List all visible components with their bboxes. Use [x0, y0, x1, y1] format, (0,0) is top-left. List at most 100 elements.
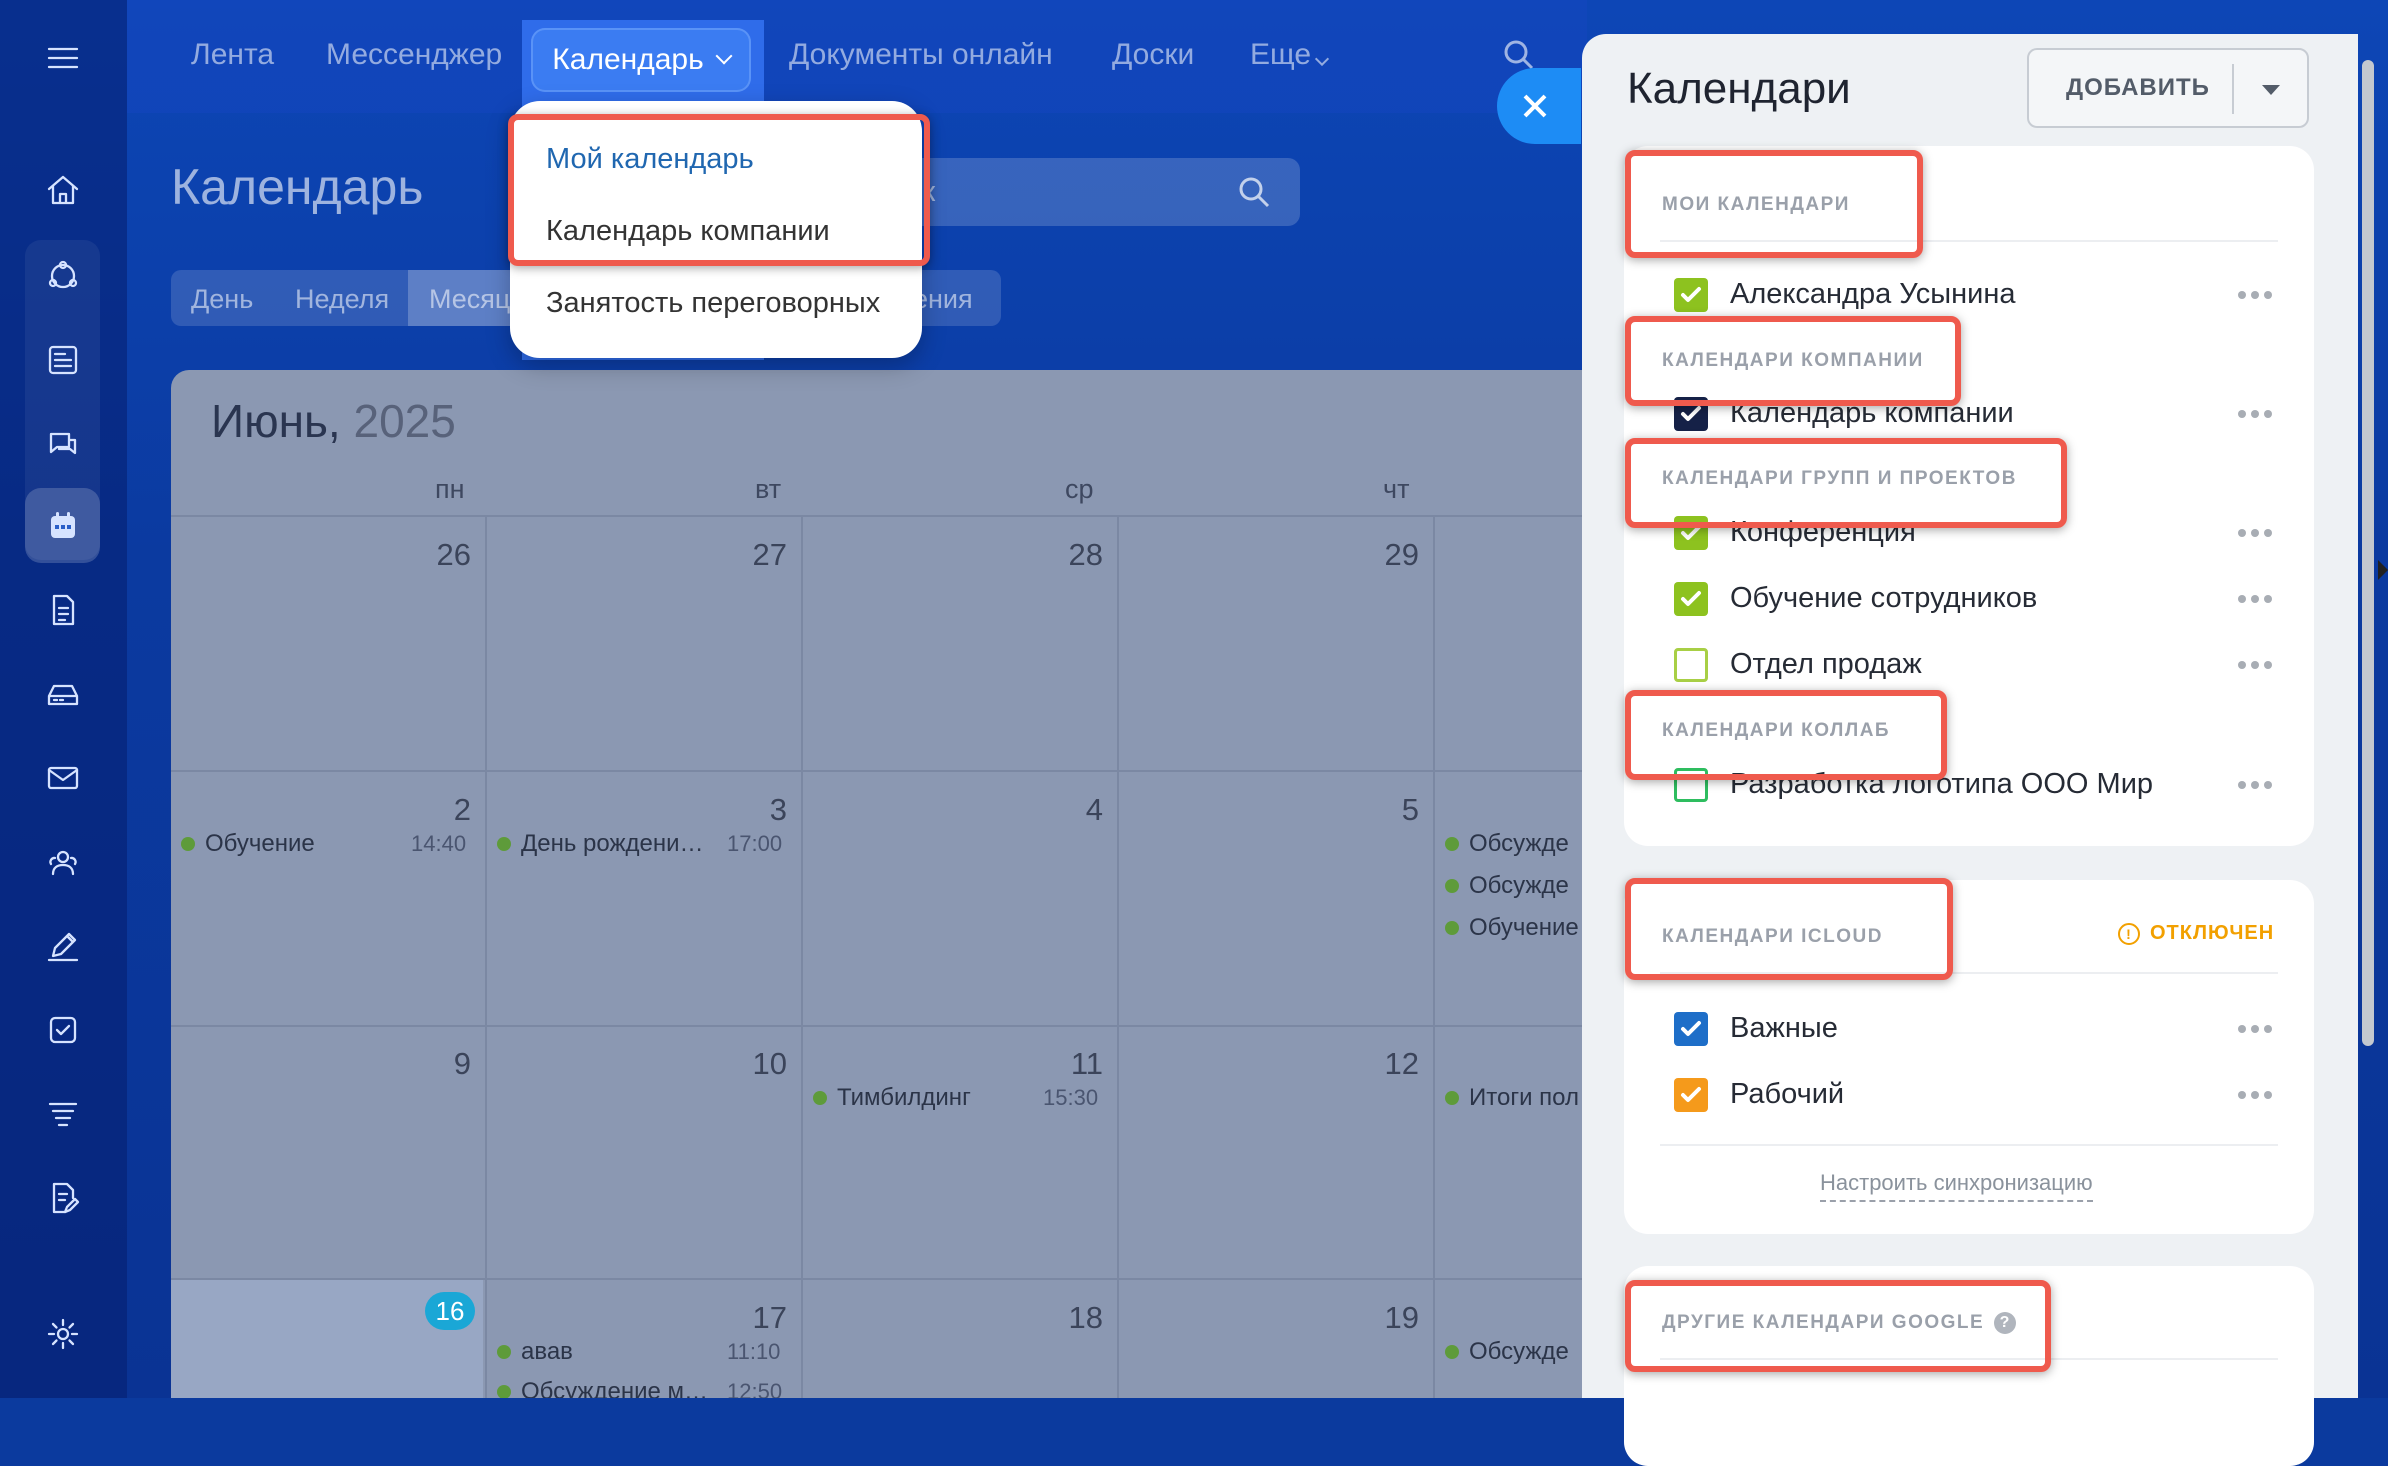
- calendar-item[interactable]: Разработка логотипа ООО Мир: [1674, 766, 2274, 806]
- more-options-icon[interactable]: [2238, 410, 2274, 418]
- day-cell-number[interactable]: 3: [727, 792, 787, 828]
- calendar-checkbox[interactable]: [1674, 768, 1708, 802]
- day-cell-number[interactable]: 17: [727, 1300, 787, 1336]
- calendar-item[interactable]: Конференция: [1674, 514, 2274, 554]
- event-time: 15:30: [1043, 1085, 1099, 1110]
- sidebar-item-news[interactable]: [25, 322, 100, 397]
- day-cell-number[interactable]: 4: [1043, 792, 1103, 828]
- calendar-item[interactable]: Календарь компании: [1674, 395, 2274, 435]
- calendar-item[interactable]: Рабочий: [1674, 1076, 2274, 1116]
- nav-item-documents-online[interactable]: Документы онлайн: [789, 38, 1053, 72]
- day-cell-number[interactable]: 10: [727, 1046, 787, 1082]
- day-cell-number[interactable]: 11: [1043, 1046, 1103, 1082]
- day-cell-number[interactable]: 26: [411, 537, 471, 573]
- day-cell-number[interactable]: 9: [411, 1046, 471, 1082]
- calendar-event[interactable]: авав: [497, 1338, 713, 1366]
- add-button-label: ДОБАВИТЬ: [2066, 74, 2210, 101]
- event-title: Обучение: [205, 830, 315, 857]
- sidebar-item-mail[interactable]: [25, 740, 100, 815]
- day-cell-number[interactable]: 12: [1359, 1046, 1419, 1082]
- calendar-checkbox[interactable]: [1674, 648, 1708, 682]
- icloud-status-label: ОТКЛЮЧЕН: [2150, 922, 2275, 944]
- sidebar-item-sign[interactable]: [25, 908, 100, 983]
- event-time: 17:00: [727, 831, 783, 856]
- calendar-item[interactable]: Отдел продаж: [1674, 646, 2274, 686]
- crm-icon: [48, 260, 77, 288]
- day-cell-number[interactable]: 19: [1359, 1300, 1419, 1336]
- sidebar-item-calendar[interactable]: [25, 488, 100, 563]
- nav-item-calendar[interactable]: Календарь: [531, 28, 751, 92]
- calendar-event[interactable]: Тимбилдинг: [813, 1084, 1023, 1112]
- calendar-event[interactable]: Обсужде: [1445, 830, 1591, 858]
- sidebar-item-chat[interactable]: [25, 406, 100, 481]
- calendar-event[interactable]: Обсужде: [1445, 872, 1591, 900]
- add-calendar-button[interactable]: ДОБАВИТЬ: [2027, 48, 2309, 128]
- nav-item-more[interactable]: Еще: [1250, 38, 1330, 72]
- calendar-checkbox[interactable]: [1674, 1012, 1708, 1046]
- sidebar-item-crm[interactable]: [25, 238, 100, 313]
- sidebar-item-forms[interactable]: [25, 1160, 100, 1235]
- more-options-icon[interactable]: [2238, 1091, 2274, 1099]
- calendar-checkbox[interactable]: [1674, 1078, 1708, 1112]
- event-dot: [1445, 921, 1459, 935]
- section-company-calendars: КАЛЕНДАРИ КОМПАНИИ: [1662, 350, 1924, 371]
- day-cell-number[interactable]: 5: [1359, 792, 1419, 828]
- calendar-event[interactable]: Обсуждение м…: [497, 1378, 713, 1398]
- sidebar-item-home[interactable]: [25, 152, 100, 227]
- sidebar-item-team[interactable]: [25, 824, 100, 899]
- day-cell-number[interactable]: 28: [1043, 537, 1103, 573]
- day-cell-number[interactable]: 18: [1043, 1300, 1103, 1336]
- dropdown-arrow-icon[interactable]: [2262, 85, 2280, 95]
- calendar-checkbox[interactable]: [1674, 582, 1708, 616]
- checkmark-icon: [1681, 287, 1701, 302]
- calendar-checkbox[interactable]: [1674, 516, 1708, 550]
- more-options-icon[interactable]: [2238, 1025, 2274, 1033]
- help-icon[interactable]: ?: [1994, 1312, 2017, 1334]
- tab-week[interactable]: Неделя: [295, 284, 389, 315]
- more-options-icon[interactable]: [2238, 291, 2274, 299]
- sidebar-item-settings[interactable]: [25, 1296, 100, 1371]
- day-cell-number[interactable]: 27: [727, 537, 787, 573]
- funnel-icon: [48, 1102, 77, 1126]
- calendar-name: Разработка логотипа ООО Мир: [1730, 768, 2154, 800]
- more-options-icon[interactable]: [2238, 781, 2274, 789]
- calendar-search-input[interactable]: ск: [880, 158, 1300, 226]
- more-options-icon[interactable]: [2238, 529, 2274, 537]
- nav-item-messenger[interactable]: Мессенджер: [326, 38, 502, 72]
- more-options-icon[interactable]: [2238, 595, 2274, 603]
- calendar-item[interactable]: Обучение сотрудников: [1674, 580, 2274, 620]
- sidebar-item-drive[interactable]: [25, 656, 100, 731]
- day-cell-number[interactable]: 2: [411, 792, 471, 828]
- calendar-month-title: Июнь, 2025: [211, 394, 456, 448]
- calendar-checkbox[interactable]: [1674, 278, 1708, 312]
- sync-settings-link[interactable]: Настроить синхронизацию: [1820, 1170, 2093, 1202]
- close-panel-button[interactable]: [1497, 68, 1581, 144]
- nav-item-feed[interactable]: Лента: [191, 38, 274, 72]
- calendar-event[interactable]: День рождени…: [497, 830, 713, 858]
- nav-item-boards[interactable]: Доски: [1112, 38, 1194, 72]
- close-icon: [1523, 94, 1547, 118]
- menu-item-my-calendar[interactable]: Мой календарь: [546, 143, 754, 176]
- today-badge[interactable]: 16: [425, 1292, 475, 1330]
- sidebar-item-documents[interactable]: [25, 572, 100, 647]
- panel-scrollbar[interactable]: [2362, 60, 2374, 1046]
- menu-item-meeting-rooms[interactable]: Занятость переговорных: [546, 287, 880, 320]
- tab-month[interactable]: Месяц: [429, 284, 510, 315]
- menu-item-company-calendar[interactable]: Календарь компании: [546, 215, 830, 248]
- calendar-name: Обучение сотрудников: [1730, 582, 2038, 614]
- calendar-event[interactable]: Обучение: [181, 830, 371, 858]
- sidebar-item-tasks[interactable]: [25, 992, 100, 1067]
- menu-button[interactable]: [25, 20, 100, 95]
- calendar-item[interactable]: Важные: [1674, 1010, 2274, 1050]
- day-cell-number[interactable]: 29: [1359, 537, 1419, 573]
- tab-day[interactable]: День: [191, 284, 253, 315]
- event-dot: [497, 1385, 511, 1398]
- calendar-checkbox[interactable]: [1674, 397, 1708, 431]
- event-dot: [497, 837, 511, 851]
- calendar-item[interactable]: Александра Усынина: [1674, 276, 2274, 316]
- more-options-icon[interactable]: [2238, 661, 2274, 669]
- calendar-event[interactable]: Обсужде: [1445, 1338, 1591, 1366]
- calendar-event[interactable]: Обучение: [1445, 914, 1591, 942]
- calendar-event[interactable]: Итоги пол: [1445, 1084, 1591, 1112]
- sidebar-item-funnel[interactable]: [25, 1076, 100, 1151]
